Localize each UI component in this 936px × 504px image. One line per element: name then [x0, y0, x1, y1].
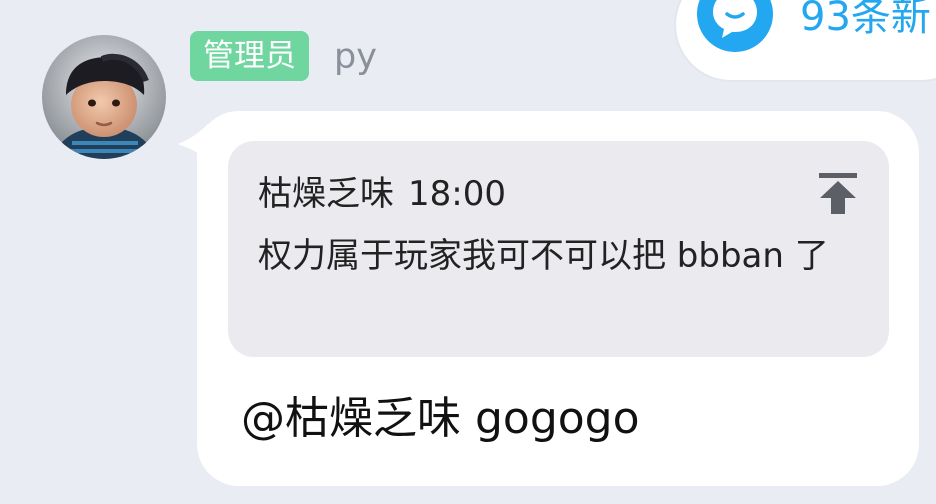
jump-to-top-icon[interactable] [818, 172, 858, 216]
avatar[interactable] [42, 35, 166, 159]
quote-time: 18:00 [408, 174, 506, 214]
quote-text: 权力属于玩家我可不可以把 bbban 了 [258, 236, 829, 276]
message-text: @枯燥乏味 gogogo [241, 393, 640, 444]
chat-bubble-icon[interactable] [697, 0, 773, 52]
quote-author: 枯燥乏味 [258, 174, 394, 214]
new-messages-count[interactable]: 93条新 [800, 0, 931, 42]
quote-header: 枯燥乏味 18:00 [258, 170, 506, 218]
sender-name[interactable]: py [334, 34, 377, 80]
role-badge: 管理员 [190, 31, 309, 81]
